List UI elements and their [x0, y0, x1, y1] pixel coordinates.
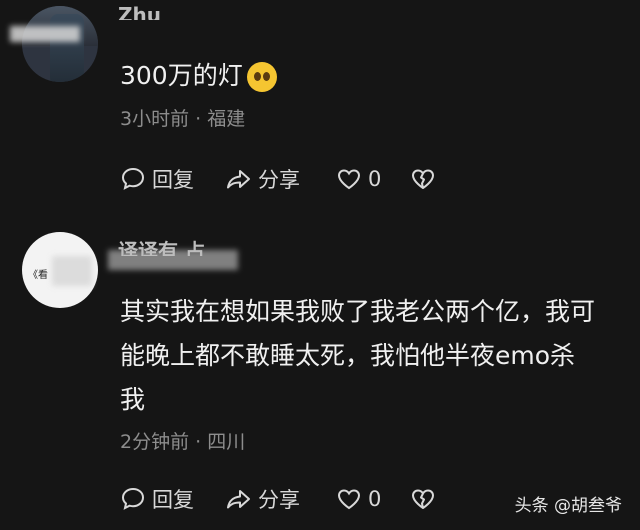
reply-label: 回复 — [152, 488, 194, 512]
heart-icon — [337, 489, 361, 510]
username[interactable]: 译译有 占 — [118, 238, 205, 256]
comment-2: 《看 译译有 占 其实我在想如果我败了我老公两个亿，我可 能晚上都不敢睡太死，我… — [0, 0, 640, 530]
redaction-blur — [52, 256, 92, 286]
share-label: 分享 — [258, 488, 300, 512]
watermark: 头条 @胡叁爷 — [514, 496, 622, 516]
comment-text-line: 我 — [120, 385, 146, 414]
avatar-mark: 《看 — [28, 270, 48, 281]
like-count: 0 — [368, 487, 382, 511]
share-button[interactable]: 分享 — [226, 484, 300, 514]
reply-button[interactable]: 回复 — [120, 484, 194, 514]
comment-text: 其实我在想如果我败了我老公两个亿，我可 能晚上都不敢睡太死，我怕他半夜emo杀 … — [120, 290, 595, 422]
comment-text-line: 能晚上都不敢睡太死，我怕他半夜emo杀 — [120, 341, 576, 370]
comment-text-line: 其实我在想如果我败了我老公两个亿，我可 — [120, 297, 596, 326]
comment-meta: 2分钟前 · 四川 — [120, 431, 246, 453]
broken-heart-icon — [412, 489, 434, 509]
like-button[interactable]: 0 — [336, 484, 381, 514]
comment-actions: 回复 分享 0 — [120, 484, 460, 514]
share-arrow-icon — [227, 490, 250, 509]
dislike-button[interactable] — [410, 484, 436, 514]
reply-bubble-icon — [121, 487, 145, 510]
